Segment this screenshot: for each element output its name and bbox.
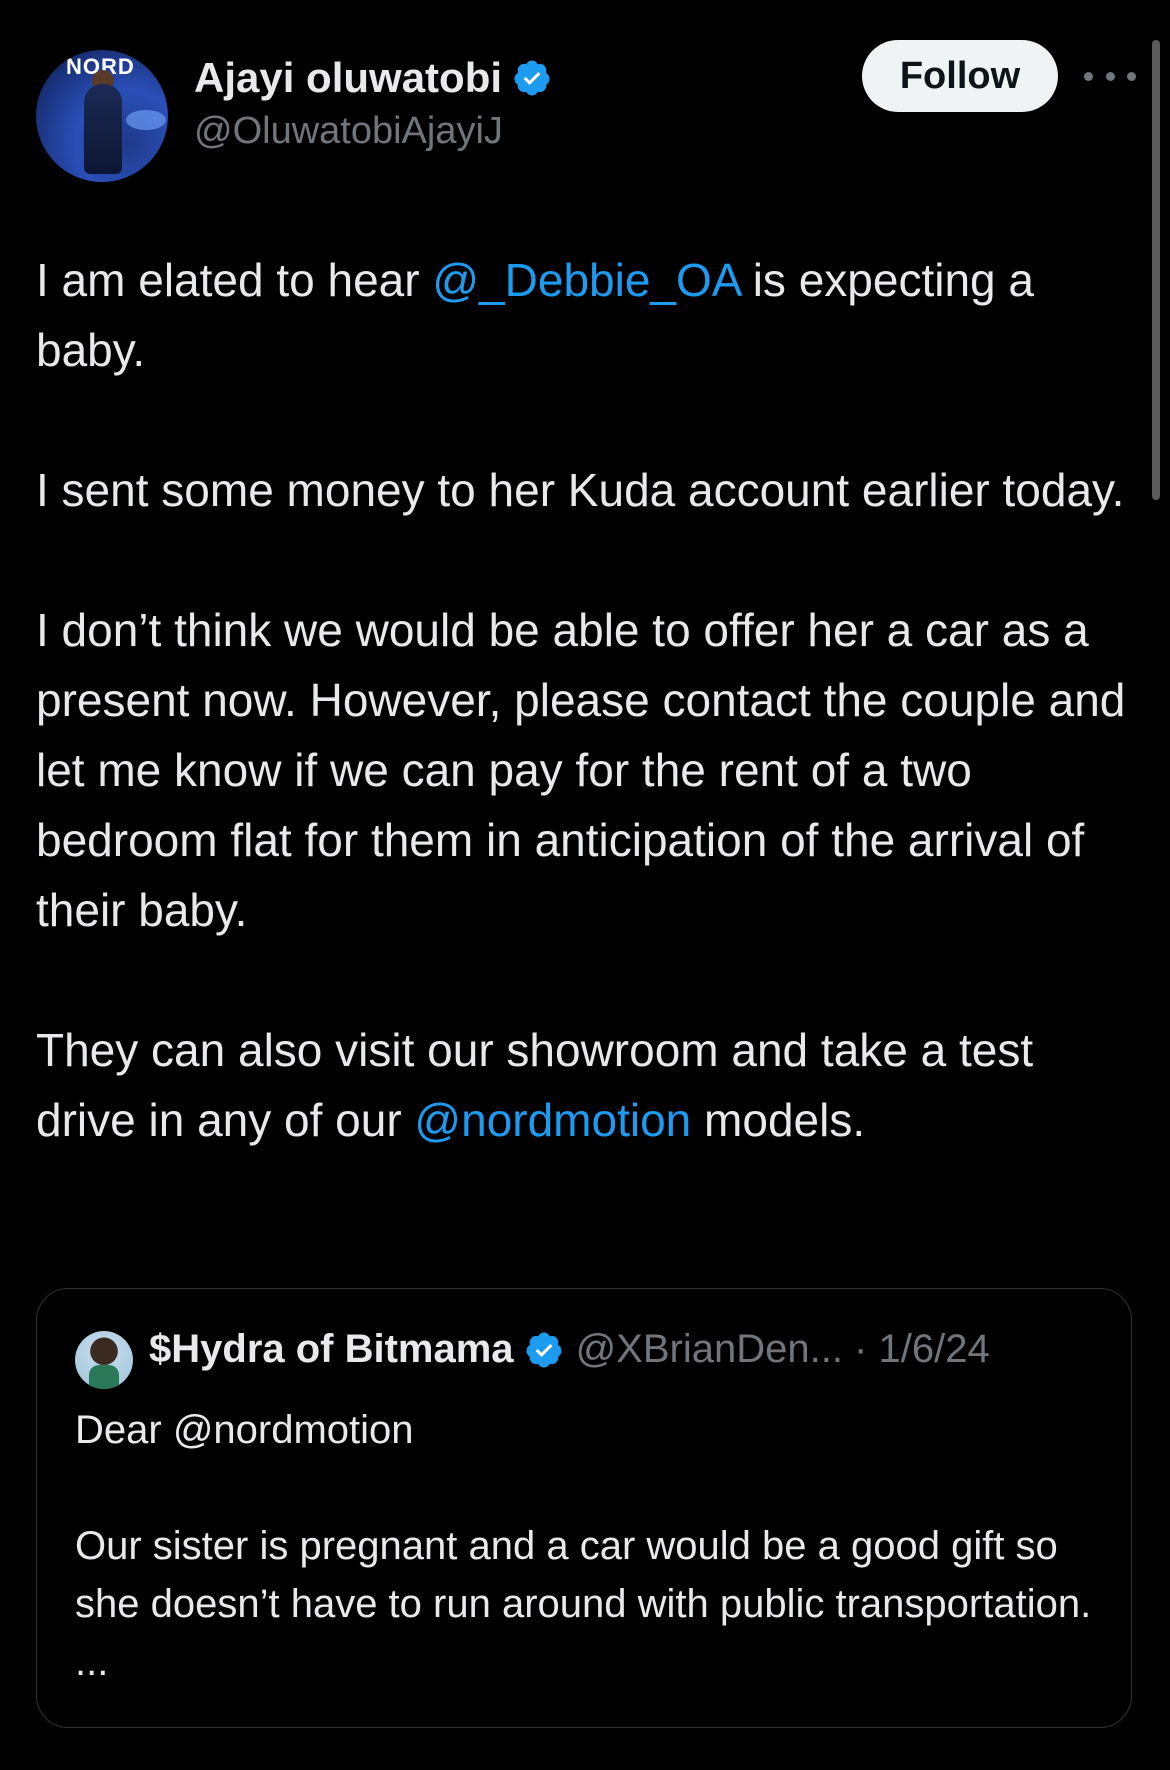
avatar-light [126,110,166,130]
avatar-shirt [89,1365,119,1389]
quoted-author-avatar [75,1331,133,1389]
follow-button[interactable]: Follow [862,40,1058,112]
author-name-row: Ajayi oluwatobi [194,54,552,102]
verified-badge-icon [514,60,550,96]
post-text: I am elated to hear @_Debbie_OA is expec… [36,245,1136,1225]
quoted-post[interactable]: $Hydra of Bitmama @XBrianDen... · 1/6/24… [36,1288,1132,1728]
post-paragraph: I am elated to hear @_Debbie_OA is expec… [36,245,1136,385]
quoted-paragraph: Our sister is pregnant and a car would b… [75,1524,1092,1684]
scrollbar[interactable] [1152,40,1160,500]
quoted-display-name: $Hydra of Bitmama [149,1327,514,1371]
author-avatar[interactable]: NORD [36,50,168,182]
quoted-handle-date: @XBrianDen... · 1/6/24 [575,1327,990,1371]
post-paragraph: I sent some money to her Kuda account ea… [36,464,1125,516]
author-handle[interactable]: @OluwatobiAjayiJ [194,110,503,153]
post-paragraph: They can also visit our showroom and tak… [36,1015,1136,1155]
mention-link[interactable]: @_Debbie_OA [432,254,740,306]
more-dot [1105,71,1115,81]
post-header: NORD Ajayi oluwatobi @OluwatobiAjayiJ Fo… [36,40,1136,182]
text-segment: I am elated to hear [36,254,433,306]
avatar-figure [84,84,122,174]
author-display-name[interactable]: Ajayi oluwatobi [194,54,502,102]
more-dot [1127,71,1136,81]
quoted-paragraph: Dear @nordmotion [75,1408,414,1452]
quoted-author-row: $Hydra of Bitmama @XBrianDen... · 1/6/24 [149,1327,990,1372]
quoted-text: Dear @nordmotion Our sister is pregnant … [75,1401,1095,1749]
more-dot [1084,71,1093,81]
post-paragraph: I don’t think we would be able to offer … [36,604,1126,936]
more-options-icon[interactable] [1084,60,1136,92]
verified-badge-icon [526,1332,562,1367]
text-segment: models. [691,1094,866,1146]
mention-link[interactable]: @nordmotion [414,1094,691,1146]
